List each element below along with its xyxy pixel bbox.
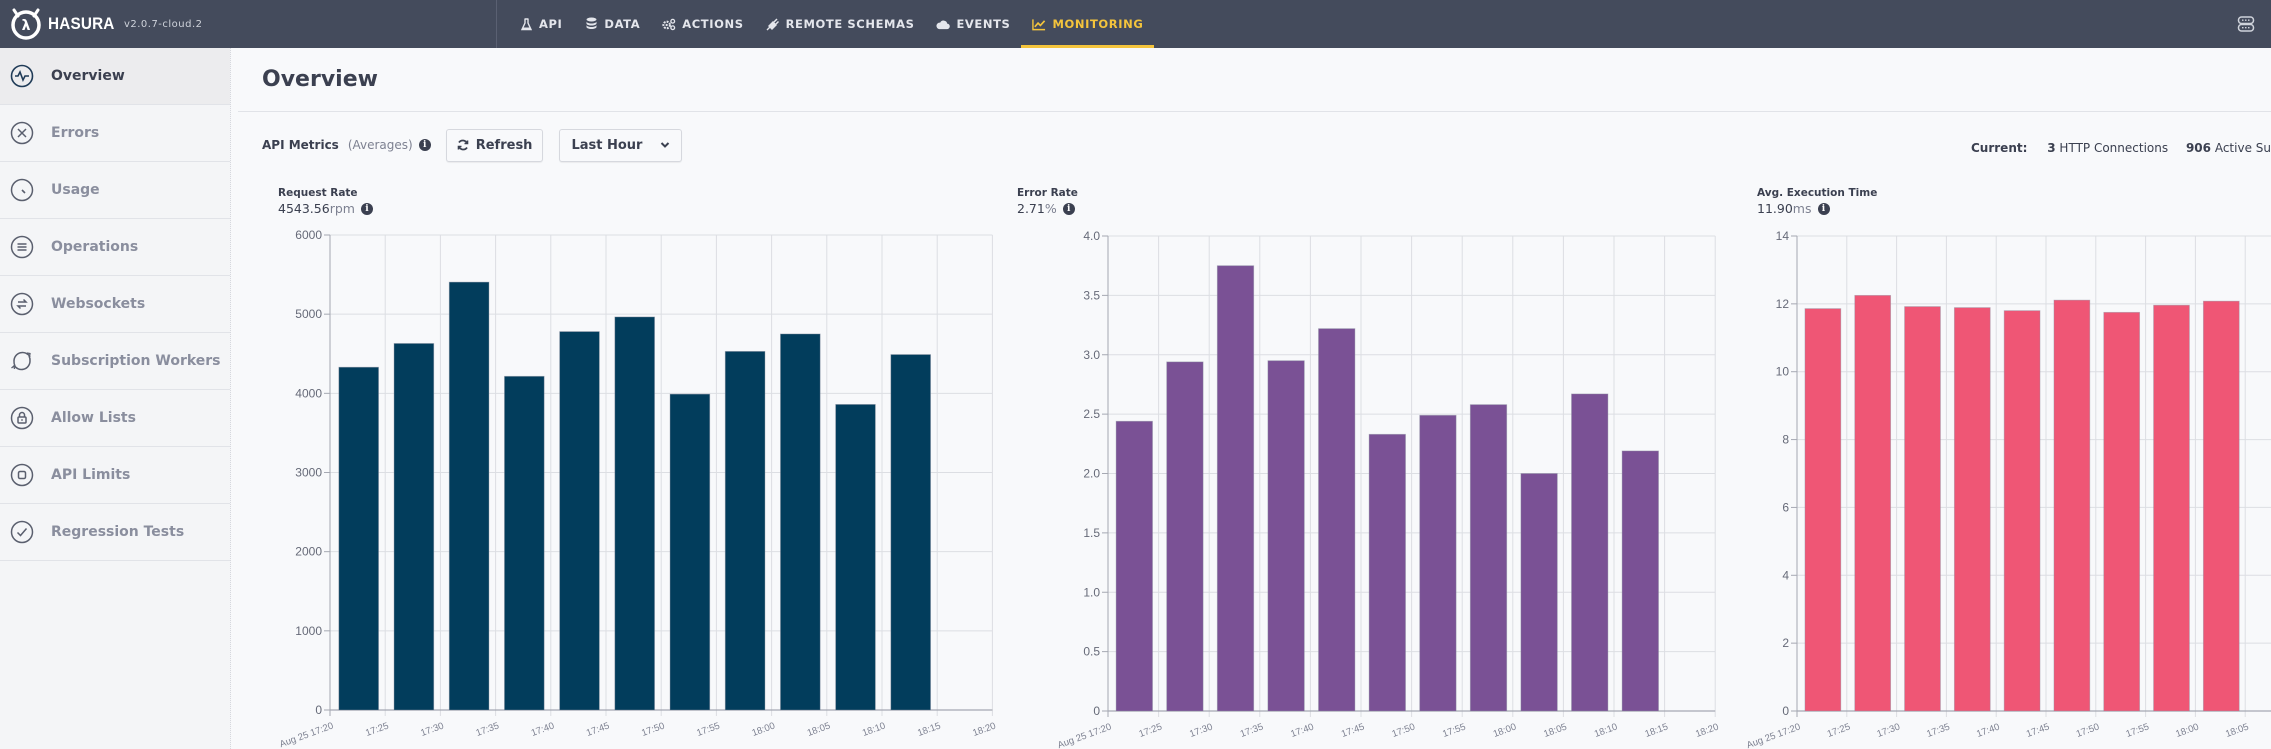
x-tick-label: 18:00 (1492, 721, 1518, 739)
y-tick-label: 1.5 (1083, 526, 1100, 540)
x-tick-label: 17:35 (475, 720, 501, 738)
x-tick-label: 17:25 (1138, 721, 1164, 739)
x-tick-label: 18:15 (916, 720, 942, 738)
x-tick-label: 18:05 (806, 720, 832, 738)
x-tick-label: 17:55 (1441, 721, 1467, 739)
bar[interactable] (1953, 307, 1991, 712)
y-tick-label: 5000 (295, 307, 322, 321)
bar[interactable] (338, 366, 379, 711)
y-tick-label: 12 (1776, 297, 1790, 311)
bar[interactable] (1571, 393, 1609, 712)
x-tick-label: 17:40 (1289, 721, 1315, 739)
charts-canvas: 0100020003000400050006000Aug 25 17:20 17:… (278, 228, 2271, 749)
bar[interactable] (559, 331, 600, 711)
y-tick-label: 0.5 (1083, 645, 1100, 659)
x-tick-label: 18:15 (1644, 721, 1670, 739)
y-tick-label: 2.5 (1083, 407, 1100, 421)
error-rate-chart: 0 0.5 1.0 1.5 2.0 2.5 3.0 3.5 4.0 Aug 25 17:20 17:… (1056, 229, 1720, 749)
bar[interactable] (724, 350, 766, 711)
bar[interactable] (1216, 265, 1255, 712)
bar[interactable] (2202, 300, 2240, 712)
x-tick-label: 17:50 (2075, 721, 2101, 739)
y-tick-label: 2000 (295, 545, 322, 559)
x-tick-label: 17:50 (1391, 721, 1417, 739)
y-tick-label: 1000 (295, 624, 322, 638)
y-tick-label: 6 (1782, 500, 1789, 514)
x-tick-label: 17:40 (530, 720, 556, 738)
bar[interactable] (1520, 473, 1558, 712)
y-tick-label: 2 (1782, 636, 1789, 650)
x-tick-label: 17:55 (2125, 721, 2151, 739)
y-tick-label: 14 (1776, 229, 1790, 243)
y-tick-label: 10 (1776, 365, 1790, 379)
bar[interactable] (393, 343, 435, 711)
x-tick-label: 18:00 (751, 720, 777, 738)
bar[interactable] (1166, 361, 1204, 712)
y-tick-label: 0 (315, 703, 322, 717)
bar[interactable] (1804, 308, 1842, 712)
exec-time-chart: 0 2 4 6 8 10 12 14 Aug 25 17:20 17:25 17:30 17:35 17… (1745, 229, 2271, 749)
y-tick-label: 0 (1093, 704, 1100, 718)
y-tick-label: 6000 (295, 228, 322, 242)
bar[interactable] (1368, 433, 1406, 712)
bar[interactable] (890, 354, 931, 711)
x-tick-label: Aug 25 17:20 (1056, 721, 1113, 749)
y-tick-label: 4 (1782, 568, 1789, 582)
y-tick-label: 4000 (295, 386, 322, 400)
x-tick-label: 17:45 (585, 720, 611, 738)
bar[interactable] (2003, 310, 2041, 712)
bar[interactable] (1621, 450, 1659, 712)
bar[interactable] (2053, 299, 2091, 712)
bar[interactable] (1904, 306, 1941, 712)
x-tick-label: 17:40 (1975, 721, 2001, 739)
x-tick-label: 17:50 (640, 720, 666, 738)
y-tick-label: 3000 (295, 466, 322, 480)
x-tick-label: 18:20 (1694, 721, 1720, 739)
y-tick-label: 0 (1782, 704, 1789, 718)
bar[interactable] (2103, 311, 2141, 712)
x-tick-label: 17:25 (364, 720, 390, 738)
bar[interactable] (448, 281, 490, 711)
x-tick-label: 17:30 (1876, 721, 1902, 739)
x-tick-label: 17:35 (1239, 721, 1265, 739)
y-tick-label: 3.0 (1083, 348, 1100, 362)
x-tick-label: 17:55 (695, 720, 721, 738)
x-tick-label: Aug 25 17:20 (278, 720, 335, 749)
bar[interactable] (780, 333, 821, 711)
request-rate-chart: 0 1000 2000 3000 4000 5000 6000 Aug 25 17:20 17:… (278, 228, 997, 749)
y-tick-label: 8 (1782, 433, 1789, 447)
bar[interactable] (1419, 414, 1457, 712)
y-tick-label: 2.0 (1083, 467, 1100, 481)
x-tick-label: Aug 25 17:20 (1745, 721, 1802, 749)
x-tick-label: 17:30 (419, 720, 445, 738)
y-tick-label: 3.5 (1083, 288, 1100, 302)
x-tick-label: 17:30 (1188, 721, 1214, 739)
x-tick-label: 18:10 (1593, 721, 1619, 739)
x-tick-label: 18:00 (2174, 721, 2200, 739)
bar[interactable] (835, 404, 876, 711)
y-tick-label: 1.0 (1083, 585, 1100, 599)
x-tick-label: 17:25 (1826, 721, 1852, 739)
bar[interactable] (669, 393, 711, 711)
y-tick-label: 4.0 (1083, 229, 1100, 243)
x-tick-label: 17:45 (2025, 721, 2051, 739)
bar[interactable] (1318, 328, 1356, 712)
x-tick-label: 18:20 (971, 720, 997, 738)
x-tick-label: 17:45 (1340, 721, 1366, 739)
bar[interactable] (614, 316, 655, 711)
bar[interactable] (1469, 404, 1508, 712)
x-tick-label: 18:05 (2224, 721, 2250, 739)
x-tick-label: 18:05 (1542, 721, 1568, 739)
x-tick-label: 17:35 (1925, 721, 1951, 739)
bar[interactable] (2153, 304, 2190, 712)
x-tick-label: 18:10 (861, 720, 887, 738)
bar[interactable] (504, 375, 545, 711)
bar[interactable] (1854, 294, 1892, 712)
bar[interactable] (1115, 420, 1153, 712)
bar[interactable] (1267, 360, 1305, 712)
